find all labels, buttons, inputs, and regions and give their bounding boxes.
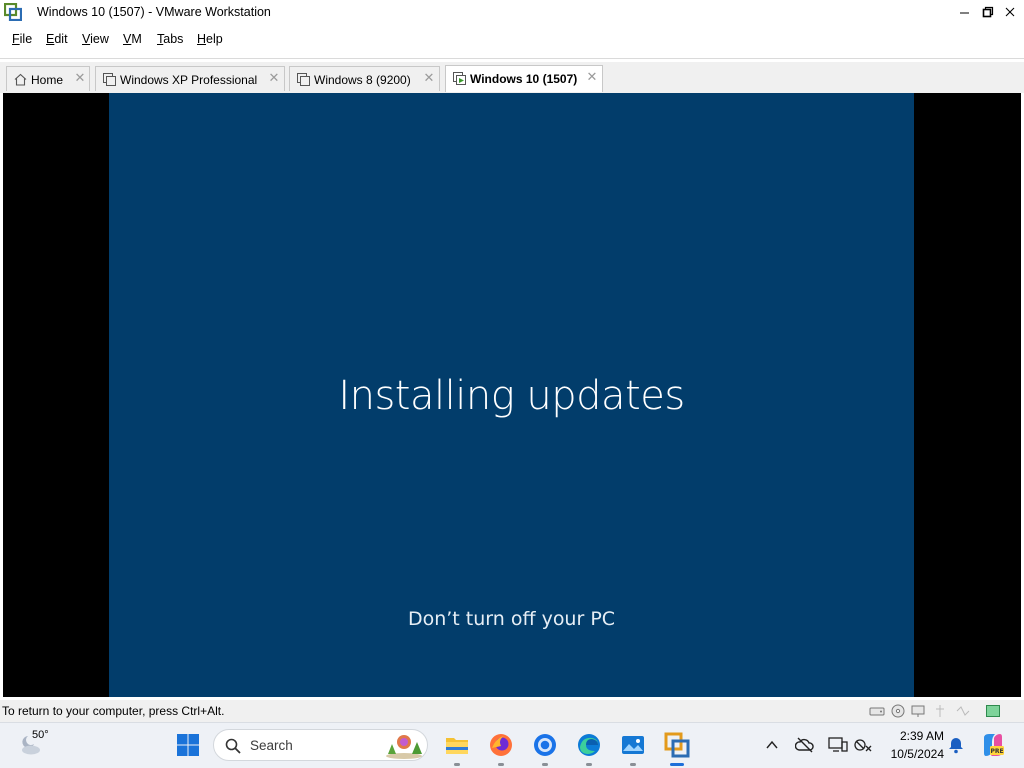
chrome-icon[interactable] (532, 732, 558, 758)
display-device-icon[interactable] (828, 736, 848, 754)
tab-windows-xp-close-icon[interactable]: ✕ (267, 71, 281, 85)
minimize-icon (960, 12, 969, 14)
sound-card-icon[interactable] (955, 704, 971, 718)
tab-home[interactable]: Home ✕ (6, 66, 90, 91)
vmware-active-indicator (670, 763, 684, 766)
cd-dvd-icon[interactable] (890, 704, 906, 718)
tab-windows-8-close-icon[interactable]: ✕ (422, 71, 436, 85)
installing-updates-heading: Installing updates (338, 373, 685, 419)
search-icon (225, 738, 241, 754)
svg-text:PRE: PRE (990, 748, 1003, 755)
menu-view-label: iew (90, 32, 109, 46)
tab-windows-xp[interactable]: Windows XP Professional ✕ (95, 66, 285, 91)
menu-divider (0, 58, 1024, 59)
taskbar-search-box[interactable]: Search (213, 729, 428, 761)
vm-tab-strip: Home ✕ Windows XP Professional ✕ Windows… (0, 62, 1024, 93)
tab-windows-8-label: Windows 8 (9200) (314, 73, 411, 87)
copilot-pre-icon[interactable]: PRE (980, 732, 1006, 758)
status-message: To return to your computer, press Ctrl+A… (2, 704, 225, 718)
hard-disk-icon[interactable] (869, 704, 885, 718)
windows-taskbar: 50° Search 2:39 AM 10/5/2024 PRE (0, 722, 1024, 768)
guest-screen[interactable]: Installing updates Don’t turn off your P… (109, 93, 914, 697)
menu-tabs-label: abs (163, 32, 184, 46)
menu-file-accel: F (12, 32, 20, 46)
tab-windows-xp-label: Windows XP Professional (120, 73, 258, 87)
menu-vm-label: M (131, 32, 142, 46)
clock-time: 2:39 AM (899, 729, 944, 743)
status-bar: To return to your computer, press Ctrl+A… (0, 700, 1024, 722)
start-icon[interactable] (176, 733, 200, 757)
menu-vm[interactable]: VM (123, 32, 142, 46)
close-icon (1005, 7, 1015, 17)
onedrive-offline-icon[interactable] (795, 736, 815, 754)
tab-home-label: Home (31, 73, 64, 87)
window-title: Windows 10 (1507) - VMware Workstation (37, 5, 271, 19)
search-highlight-illustration-icon (386, 735, 422, 759)
network-adapter-icon[interactable] (910, 704, 926, 718)
tab-windows-8[interactable]: Windows 8 (9200) ✕ (289, 66, 440, 91)
edge-running-indicator (586, 763, 592, 766)
vm-console[interactable]: Installing updates Don’t turn off your P… (3, 93, 1021, 697)
menu-view-accel: V (82, 32, 91, 46)
menu-help[interactable]: Help (197, 32, 223, 46)
restore-icon (982, 6, 994, 18)
menu-bar: File Edit View VM Tabs Help (0, 28, 1024, 50)
vmware-icon[interactable] (664, 732, 690, 758)
file-explorer-icon[interactable] (444, 732, 470, 758)
photos-icon[interactable] (620, 732, 646, 758)
weather-temperature: 50° (32, 729, 49, 741)
usb-icon[interactable] (932, 704, 948, 718)
file-explorer-running-indicator (454, 763, 460, 766)
close-button[interactable] (995, 0, 1024, 24)
tab-home-close-icon[interactable]: ✕ (73, 71, 87, 85)
menu-edit[interactable]: Edit (46, 32, 68, 46)
menu-edit-label: dit (54, 32, 68, 46)
photos-running-indicator (630, 763, 636, 766)
vm-icon (297, 73, 310, 86)
edge-icon[interactable] (576, 732, 602, 758)
menu-help-accel: H (197, 32, 207, 46)
network-disconnected-icon[interactable] (853, 736, 873, 754)
menu-view[interactable]: View (82, 32, 109, 46)
menu-file-label: ile (19, 32, 33, 46)
chrome-running-indicator (542, 763, 548, 766)
vm-running-icon (453, 72, 466, 85)
tab-windows-10-close-icon[interactable]: ✕ (585, 70, 599, 84)
vmware-app-icon (4, 3, 22, 21)
window-titlebar: Windows 10 (1507) - VMware Workstation (0, 0, 1024, 24)
menu-tabs[interactable]: Tabs (157, 32, 183, 46)
firefox-icon[interactable] (488, 732, 514, 758)
menu-file[interactable]: File (12, 32, 32, 46)
clock-date: 10/5/2024 (890, 747, 944, 761)
tab-windows-10-label: Windows 10 (1507) (470, 72, 578, 86)
firefox-running-indicator (498, 763, 504, 766)
home-icon (14, 73, 27, 86)
notification-bell-icon[interactable] (947, 736, 965, 754)
menu-help-label: elp (206, 32, 223, 46)
chevron-up-icon[interactable] (765, 738, 779, 752)
message-log-icon[interactable] (985, 704, 1001, 718)
search-placeholder: Search (250, 738, 293, 753)
vm-icon (103, 73, 116, 86)
dont-turn-off-message: Don’t turn off your PC (407, 608, 616, 630)
tab-windows-10[interactable]: Windows 10 (1507) ✕ (445, 65, 603, 92)
